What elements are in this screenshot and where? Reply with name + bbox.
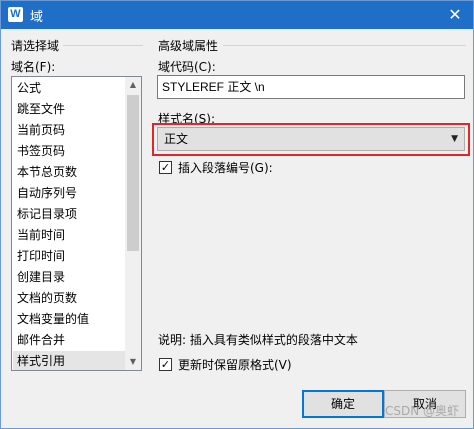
list-item-selected[interactable]: 样式引用 bbox=[13, 351, 126, 370]
list-item[interactable]: 跳至文件 bbox=[13, 99, 126, 119]
style-name-value: 正文 bbox=[164, 132, 189, 146]
right-group-title: 高级域属性 bbox=[158, 37, 223, 54]
list-item[interactable]: 文档变量的值 bbox=[13, 309, 126, 329]
dropdown-arrow-icon: ▼ bbox=[451, 134, 458, 144]
csdn-watermark: CSDN @奥虾 bbox=[384, 404, 459, 418]
close-icon[interactable]: ✕ bbox=[443, 4, 467, 26]
list-item[interactable]: 标记目录项 bbox=[13, 204, 126, 224]
list-item[interactable]: 当前页码 bbox=[13, 120, 126, 140]
description-text: 说明: 插入具有类似样式的段落中文本 bbox=[158, 333, 358, 347]
scroll-thumb[interactable] bbox=[127, 95, 139, 251]
left-group-title: 请选择域 bbox=[11, 37, 64, 54]
right-group-divider bbox=[223, 45, 466, 46]
field-names-label: 域名(F): bbox=[11, 60, 56, 74]
list-item[interactable]: 书签页码 bbox=[13, 141, 126, 161]
dialog-title: 域 bbox=[30, 10, 44, 25]
list-item[interactable]: 公式 bbox=[13, 78, 126, 98]
left-group-divider bbox=[63, 45, 143, 46]
ok-button[interactable]: 确定 bbox=[302, 390, 384, 418]
field-code-input[interactable]: STYLEREF 正文 \n bbox=[157, 75, 465, 99]
scroll-up-icon[interactable]: ▲ bbox=[125, 77, 141, 93]
insert-paragraph-number-checkbox[interactable]: ✓ bbox=[159, 161, 172, 174]
insert-paragraph-number-label: 插入段落编号(G): bbox=[178, 161, 273, 175]
scroll-down-icon[interactable]: ▼ bbox=[125, 354, 141, 370]
list-item[interactable]: 本节总页数 bbox=[13, 162, 126, 182]
list-scrollbar[interactable]: ▲ ▼ bbox=[125, 77, 141, 370]
preserve-format-label: 更新时保留原格式(V) bbox=[178, 358, 292, 372]
style-name-select[interactable]: 正文 ▼ bbox=[157, 127, 465, 151]
wps-writer-icon: W bbox=[8, 7, 23, 22]
preserve-format-checkbox[interactable]: ✓ bbox=[159, 358, 172, 371]
list-item[interactable]: 创建目录 bbox=[13, 267, 126, 287]
list-item[interactable]: 文档的页数 bbox=[13, 288, 126, 308]
list-item[interactable]: 打印时间 bbox=[13, 246, 126, 266]
field-dialog: W 域 ✕ 请选择域 域名(F): 公式 跳至文件 当前页码 书签页码 本节总页… bbox=[0, 0, 474, 429]
title-bar: W 域 ✕ bbox=[1, 1, 473, 29]
field-names-list[interactable]: 公式 跳至文件 当前页码 书签页码 本节总页数 自动序列号 标记目录项 当前时间… bbox=[11, 76, 142, 371]
field-code-label: 域代码(C): bbox=[158, 60, 216, 74]
list-item[interactable]: 当前时间 bbox=[13, 225, 126, 245]
list-item[interactable]: 邮件合并 bbox=[13, 330, 126, 350]
list-item[interactable]: 自动序列号 bbox=[13, 183, 126, 203]
